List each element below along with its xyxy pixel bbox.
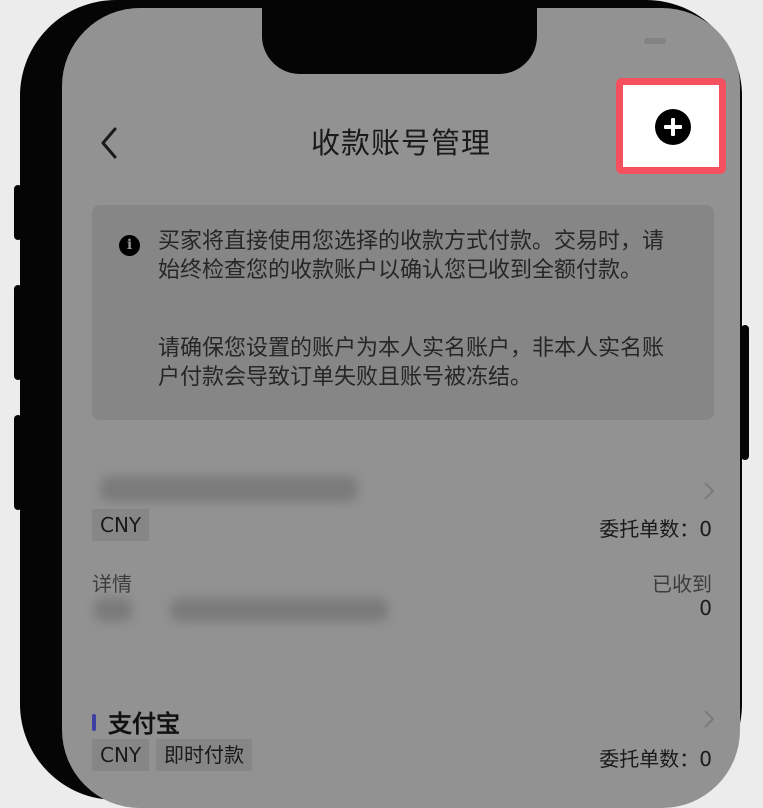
notice-paragraph-1: 买家将直接使用您选择的收款方式付款。交易时，请始终检查您的收款账户以确认您已收到…: [158, 229, 665, 283]
notice-box: i 买家将直接使用您选择的收款方式付款。交易时，请始终检查您的收款账户以确认您已…: [92, 205, 714, 420]
chevron-right-icon[interactable]: [702, 708, 716, 730]
info-icon: i: [119, 235, 140, 256]
received-label: 已收到: [652, 572, 712, 596]
chevron-right-icon[interactable]: [702, 480, 716, 502]
orders-count: 委托单数：0: [599, 747, 712, 771]
currency-tag: CNY: [92, 509, 150, 541]
status-indicator: [644, 38, 666, 44]
plus-circle-icon[interactable]: [655, 109, 691, 145]
notch: [262, 8, 537, 74]
account-number-redacted: [170, 598, 388, 622]
currency-tag: CNY: [92, 739, 150, 771]
power-button: [741, 325, 749, 460]
details-label: 详情: [92, 572, 132, 596]
account-detail-redacted: [94, 598, 132, 622]
received-value: 0: [699, 596, 712, 620]
alipay-accent-bar: [92, 714, 96, 731]
notice-paragraph-2: 请确保您设置的账户为本人实名账户，非本人实名账户付款会导致订单失败且账号被冻结。: [158, 336, 665, 390]
orders-count: 委托单数：0: [599, 517, 712, 541]
account-name-redacted: [100, 476, 358, 502]
payment-method-tag: 即时付款: [156, 739, 252, 771]
account-name[interactable]: 支付宝: [108, 704, 180, 739]
